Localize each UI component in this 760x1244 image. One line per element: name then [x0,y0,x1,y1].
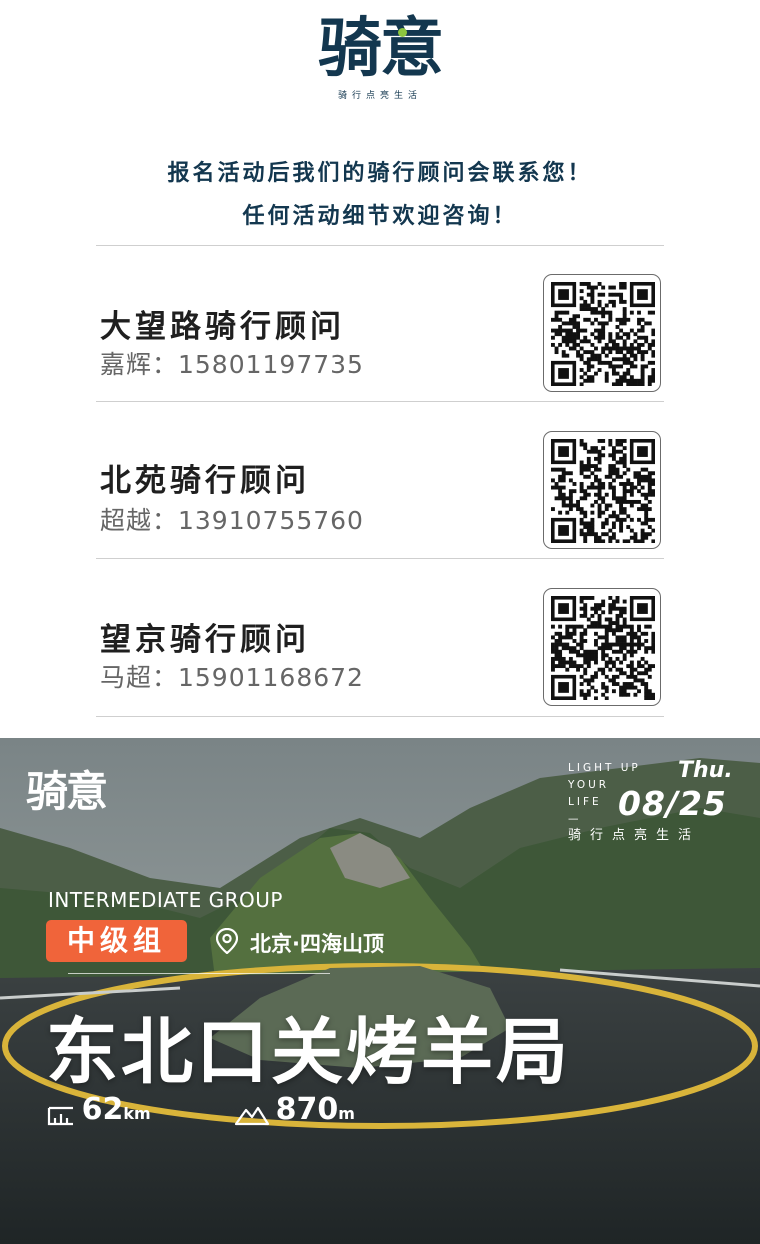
advisor-contact[interactable]: 嘉辉：15801197735 [100,345,364,381]
advisor-card-beiyuan: 北苑骑行顾问 超越：13910755760 [96,401,664,557]
page: 骑意 骑行点亮生活 报名活动后我们的骑行顾问会联系您！ 任何活动细节欢迎咨询！ … [0,0,760,1244]
elevation-unit: m [338,1104,355,1123]
poster-slogan: 骑行点亮生活 [568,828,701,843]
group-label-en: INTERMEDIATE GROUP [48,888,283,912]
elevation-stat: 870m [234,1092,355,1128]
day-of-week: Thu. [678,758,733,783]
location-text: 北京·四海山顶 [250,932,384,956]
qr-code-icon[interactable] [543,274,661,392]
intro-text: 报名活动后我们的骑行顾问会联系您！ 任何活动细节欢迎咨询！ [0,152,760,238]
qr-code-icon[interactable] [543,431,661,549]
advisor-card-dawanglu: 大望路骑行顾问 嘉辉：15801197735 [96,245,664,401]
event-title: 东北口关烤羊局 [46,1010,572,1094]
brand-logo: 骑意 骑行点亮生活 [0,14,760,101]
divider [96,716,664,717]
distance-unit: km [123,1104,151,1123]
elevation-value: 870 [275,1092,339,1127]
distance-icon [47,1106,73,1125]
group-badge: 中级组 [46,920,187,962]
intro-line-2: 任何活动细节欢迎咨询！ [242,204,518,229]
location-pin-icon [216,928,238,954]
divider-line [68,973,330,974]
distance-stat: 62km [46,1092,151,1128]
logo-text: 骑意 [318,12,444,86]
event-date: 08/25 [618,784,727,823]
mountain-icon [234,1106,270,1125]
advisor-contact[interactable]: 马超：15901168672 [100,658,364,694]
advisor-title: 北苑骑行顾问 [100,463,310,499]
advisor-card-wangjing: 望京骑行顾问 马超：15901168672 [96,558,664,714]
event-poster[interactable]: 骑意 LIGHT UP YOUR LIFE — Thu. 08/25 骑行点亮生… [0,738,760,1244]
advisor-contact[interactable]: 超越：13910755760 [100,501,364,537]
poster-logo: 骑意 [26,767,108,816]
logo-slogan: 骑行点亮生活 [337,91,422,101]
intro-line-1: 报名活动后我们的骑行顾问会联系您！ [167,161,593,186]
distance-value: 62 [81,1092,124,1127]
qr-code-icon[interactable] [543,588,661,706]
advisor-title: 大望路骑行顾问 [100,309,345,345]
advisor-title: 望京骑行顾问 [100,622,310,658]
logo-dot-icon [398,28,407,37]
